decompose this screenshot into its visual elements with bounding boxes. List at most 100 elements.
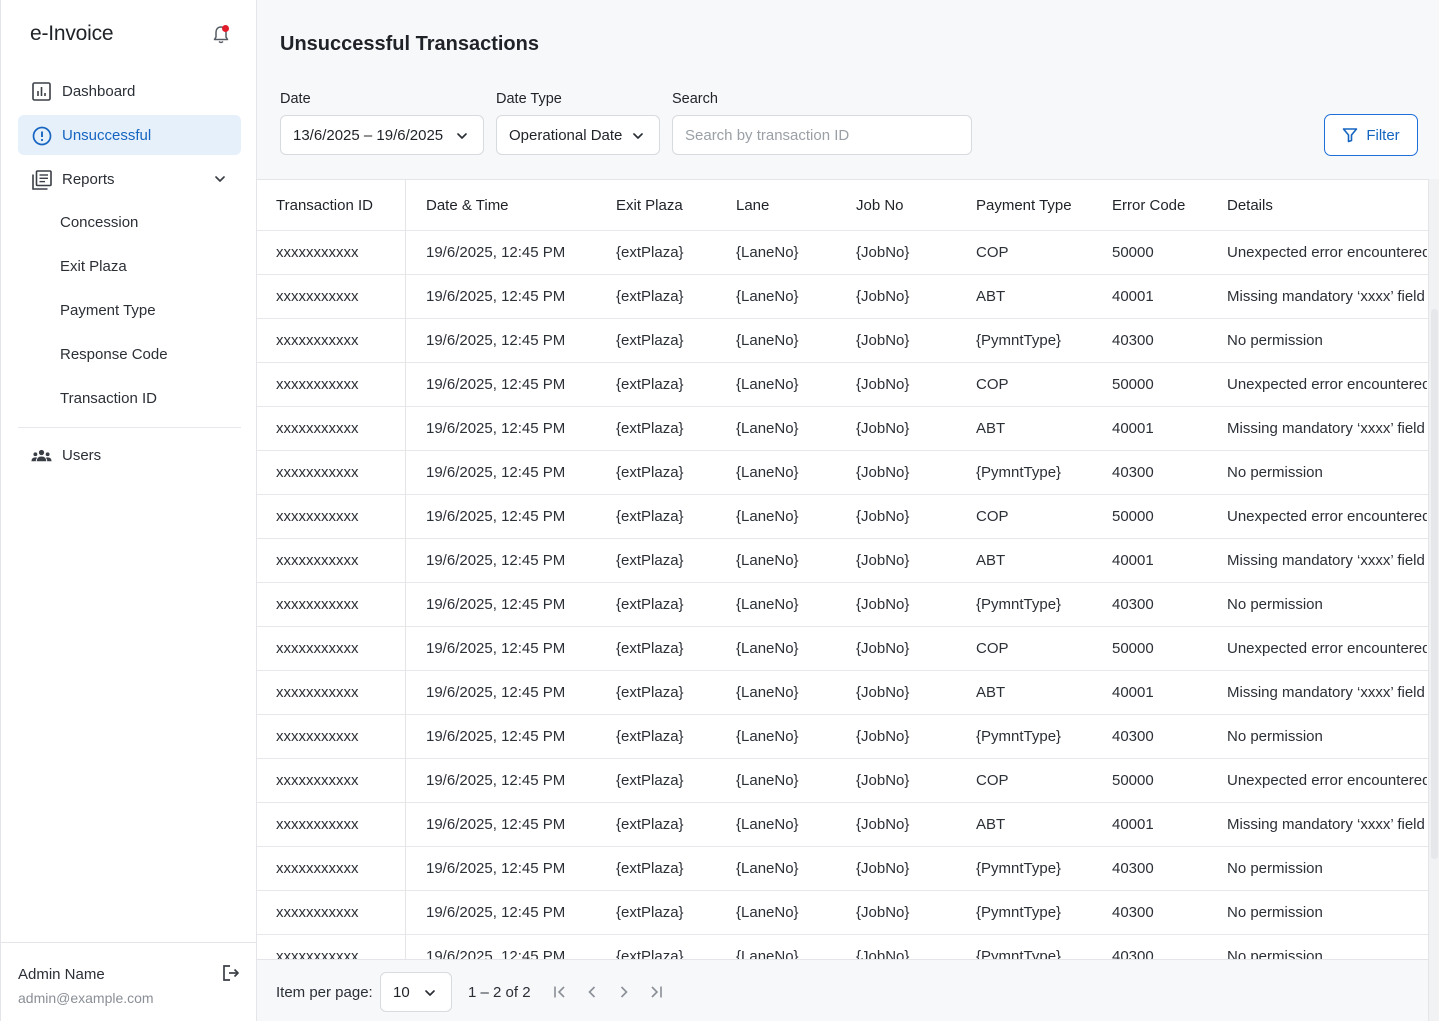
app-brand: e-Invoice: [30, 22, 114, 45]
col-lane-cell: {LaneNo}: [736, 508, 799, 525]
search-field: [672, 115, 972, 155]
col-error-code-cell: 40001: [1112, 288, 1154, 305]
table-row[interactable]: xxxxxxxxxxx 19/6/2025, 12:45 PM {extPlaza}…: [257, 847, 1428, 891]
col-lane-cell: {LaneNo}: [736, 420, 799, 437]
col-date-time-cell: 19/6/2025, 12:45 PM: [426, 420, 566, 437]
table-row[interactable]: xxxxxxxxxxx 19/6/2025, 12:45 PM {extPlaza}…: [257, 715, 1428, 759]
header-col-job-no: Job No: [856, 196, 904, 214]
col-details-cell: No permission: [1227, 860, 1323, 877]
sidebar-item-users[interactable]: Users: [18, 435, 241, 475]
col-transaction-id-cell: xxxxxxxxxxx: [276, 948, 359, 959]
col-transaction-id-cell: xxxxxxxxxxx: [276, 684, 359, 701]
first-page-icon[interactable]: [550, 982, 570, 1002]
sidebar-subitem-response-code[interactable]: Response Code: [60, 346, 168, 363]
col-date-time-cell: 19/6/2025, 12:45 PM: [426, 464, 566, 481]
prev-page-icon[interactable]: [582, 982, 602, 1002]
col-error-code-cell: 40001: [1112, 816, 1154, 833]
table-row[interactable]: xxxxxxxxxxx 19/6/2025, 12:45 PM {extPlaza}…: [257, 803, 1428, 847]
table-row[interactable]: xxxxxxxxxxx 19/6/2025, 12:45 PM {extPlaza}…: [257, 319, 1428, 363]
date-type-select[interactable]: Operational Date: [496, 115, 660, 155]
col-exit-plaza-cell: {extPlaza}: [616, 552, 684, 569]
table-row[interactable]: xxxxxxxxxxx 19/6/2025, 12:45 PM {extPlaza}…: [257, 495, 1428, 539]
user-profile: Admin Name admin@example.com: [1, 942, 257, 1021]
col-job-no-cell: {JobNo}: [856, 376, 910, 393]
table-row[interactable]: xxxxxxxxxxx 19/6/2025, 12:45 PM {extPlaza}…: [257, 627, 1428, 671]
table-row[interactable]: xxxxxxxxxxx 19/6/2025, 12:45 PM {extPlaza}…: [257, 451, 1428, 495]
chevron-down-icon: [425, 990, 435, 996]
table-row[interactable]: xxxxxxxxxxx 19/6/2025, 12:45 PM {extPlaza}…: [257, 583, 1428, 627]
sidebar-item-dashboard[interactable]: Dashboard: [18, 71, 241, 111]
col-error-code-cell: 40300: [1112, 728, 1154, 745]
col-exit-plaza-cell: {extPlaza}: [616, 376, 684, 393]
sidebar-subitem-exit-plaza[interactable]: Exit Plaza: [60, 258, 127, 275]
col-exit-plaza-cell: {extPlaza}: [616, 728, 684, 745]
col-payment-type-cell: {PymntType}: [976, 464, 1062, 481]
table-row[interactable]: xxxxxxxxxxx 19/6/2025, 12:45 PM {extPlaza}…: [257, 759, 1428, 803]
col-payment-type-cell: COP: [976, 508, 1009, 525]
col-lane-cell: {LaneNo}: [736, 772, 799, 789]
table-row[interactable]: xxxxxxxxxxx 19/6/2025, 12:45 PM {extPlaza}…: [257, 539, 1428, 583]
sidebar-subitem-payment-type[interactable]: Payment Type: [60, 302, 156, 319]
last-page-icon[interactable]: [646, 982, 666, 1002]
col-payment-type-cell: COP: [976, 244, 1009, 261]
col-payment-type-cell: ABT: [976, 288, 1006, 305]
items-per-page-label: Item per page:: [276, 984, 373, 1001]
filter-icon: [1343, 128, 1358, 143]
pagination: Item per page: 10 1 – 2 of 2: [257, 959, 1428, 1021]
table-scrollbar[interactable]: [1428, 179, 1439, 1021]
date-range-select[interactable]: 13/6/2025 – 19/6/2025: [280, 115, 484, 155]
col-transaction-id-cell: xxxxxxxxxxx: [276, 376, 359, 393]
col-details-cell: Unexpected error encountered: [1227, 376, 1427, 393]
col-job-no-cell: {JobNo}: [856, 596, 910, 613]
table-row[interactable]: xxxxxxxxxxx 19/6/2025, 12:45 PM {extPlaza}…: [257, 363, 1428, 407]
table-row[interactable]: xxxxxxxxxxx 19/6/2025, 12:45 PM {extPlaza}…: [257, 407, 1428, 451]
col-payment-type-cell: {PymntType}: [976, 596, 1062, 613]
col-transaction-id-cell: xxxxxxxxxxx: [276, 772, 359, 789]
header-col-date-time: Date & Time: [426, 196, 509, 214]
col-transaction-id-cell: xxxxxxxxxxx: [276, 332, 359, 349]
next-page-icon[interactable]: [614, 982, 634, 1002]
col-payment-type-cell: {PymntType}: [976, 904, 1062, 921]
col-payment-type-cell: ABT: [976, 552, 1006, 569]
page-title: Unsuccessful Transactions: [280, 33, 539, 55]
sidebar-item-reports[interactable]: Reports: [18, 159, 241, 199]
col-transaction-id-cell: xxxxxxxxxxx: [276, 904, 359, 921]
table-row[interactable]: xxxxxxxxxxx 19/6/2025, 12:45 PM {extPlaza}…: [257, 891, 1428, 935]
col-exit-plaza-cell: {extPlaza}: [616, 816, 684, 833]
col-job-no-cell: {JobNo}: [856, 904, 910, 921]
sidebar-subitem-transaction-id[interactable]: Transaction ID: [60, 390, 157, 407]
col-date-time-cell: 19/6/2025, 12:45 PM: [426, 860, 566, 877]
chevron-down-icon: [457, 133, 467, 139]
col-error-code-cell: 40300: [1112, 464, 1154, 481]
sidebar-subitem-concession[interactable]: Concession: [60, 214, 138, 231]
col-payment-type-cell: ABT: [976, 816, 1006, 833]
col-date-time-cell: 19/6/2025, 12:45 PM: [426, 772, 566, 789]
col-job-no-cell: {JobNo}: [856, 332, 910, 349]
table-row[interactable]: xxxxxxxxxxx 19/6/2025, 12:45 PM {extPlaza}…: [257, 671, 1428, 715]
items-per-page-select[interactable]: 10: [380, 972, 452, 1012]
date-type-value: Operational Date: [509, 127, 623, 144]
col-job-no-cell: {JobNo}: [856, 244, 910, 261]
logout-icon[interactable]: [222, 964, 240, 982]
col-payment-type-cell: COP: [976, 772, 1009, 789]
table-row[interactable]: xxxxxxxxxxx 19/6/2025, 12:45 PM {extPlaza}…: [257, 231, 1428, 275]
scrollbar-thumb[interactable]: [1431, 309, 1438, 859]
sidebar-item-label: Dashboard: [62, 83, 136, 100]
col-payment-type-cell: {PymntType}: [976, 332, 1062, 349]
col-lane-cell: {LaneNo}: [736, 552, 799, 569]
table-row[interactable]: xxxxxxxxxxx 19/6/2025, 12:45 PM {extPlaza}…: [257, 935, 1428, 959]
table-row[interactable]: xxxxxxxxxxx 19/6/2025, 12:45 PM {extPlaza}…: [257, 275, 1428, 319]
chevron-down-icon[interactable]: [213, 172, 227, 186]
col-date-time-cell: 19/6/2025, 12:45 PM: [426, 640, 566, 657]
header-col-exit-plaza: Exit Plaza: [616, 196, 683, 214]
search-input[interactable]: [673, 116, 971, 154]
filter-button[interactable]: Filter: [1324, 114, 1418, 156]
col-exit-plaza-cell: {extPlaza}: [616, 244, 684, 261]
col-exit-plaza-cell: {extPlaza}: [616, 596, 684, 613]
col-details-cell: Missing mandatory ‘xxxx’ field: [1227, 420, 1425, 437]
chevron-down-icon: [633, 133, 643, 139]
col-details-cell: Missing mandatory ‘xxxx’ field: [1227, 684, 1425, 701]
col-payment-type-cell: COP: [976, 376, 1009, 393]
sidebar-item-unsuccessful[interactable]: Unsuccessful: [18, 115, 241, 155]
col-date-time-cell: 19/6/2025, 12:45 PM: [426, 244, 566, 261]
